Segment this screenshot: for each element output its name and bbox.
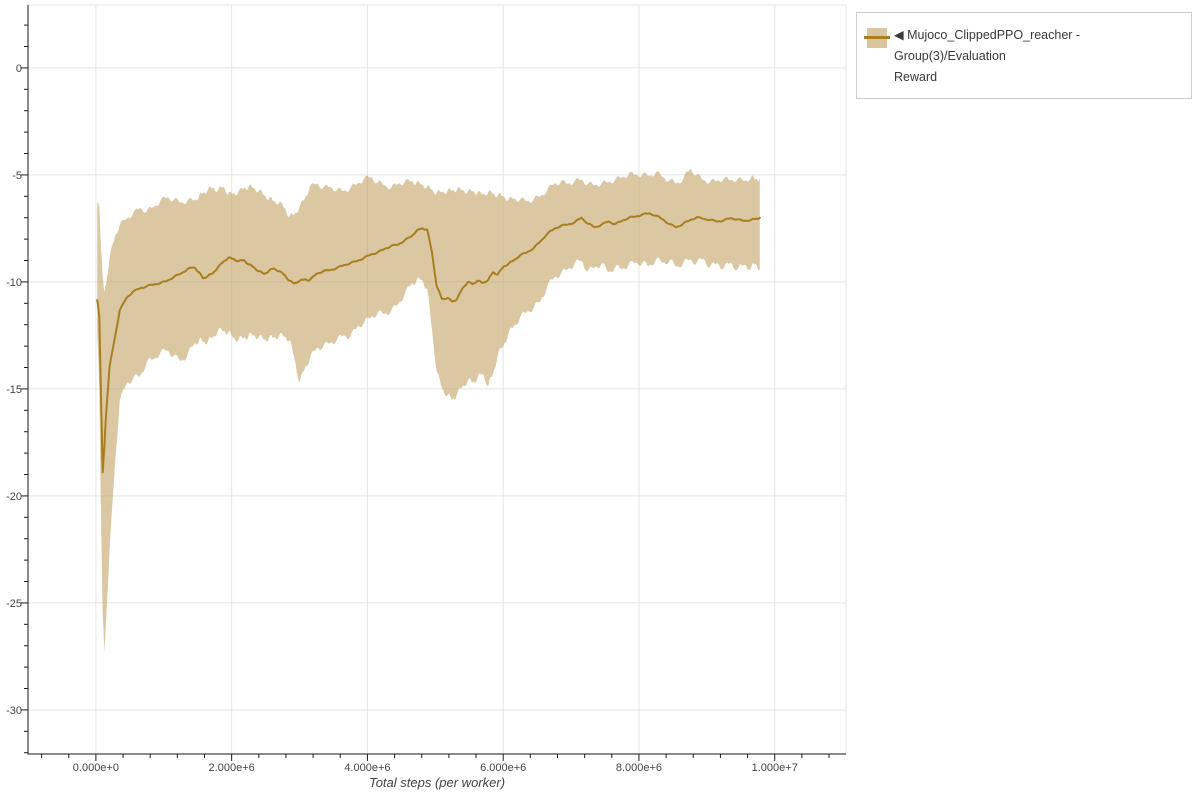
y-tick-label: -5 [12, 170, 22, 182]
y-tick-label: -10 [6, 277, 22, 289]
x-tick-label: 1.000e+7 [752, 762, 798, 774]
y-tick-label: 0 [16, 63, 22, 75]
axes [27, 5, 846, 755]
legend-line-icon [864, 36, 890, 39]
axis-ticks [21, 24, 830, 761]
confidence-band [97, 168, 760, 653]
y-tick-label: -15 [6, 384, 22, 396]
legend-swatch-icon [864, 28, 890, 48]
x-tick-label: 0.000e+0 [73, 762, 119, 774]
gridlines [28, 5, 846, 754]
legend-label-line1: ◀ Mujoco_ClippedPPO_reacher - Group(3)/E… [894, 28, 1081, 63]
legend-label: ◀ Mujoco_ClippedPPO_reacher - Group(3)/E… [894, 25, 1181, 88]
legend-item[interactable]: ◀ Mujoco_ClippedPPO_reacher - Group(3)/E… [856, 12, 1192, 99]
y-tick-label: -25 [6, 598, 22, 610]
x-tick-label: 6.000e+6 [480, 762, 526, 774]
tick-labels: 0.000e+0 2.000e+6 4.000e+6 6.000e+6 8.000e+6… [6, 63, 798, 774]
evaluation-reward-plot: 0.000e+0 2.000e+6 4.000e+6 6.000e+6 8.000e+6… [6, 4, 847, 774]
x-tick-label: 4.000e+6 [344, 762, 390, 774]
legend-label-line2: Reward [894, 70, 938, 84]
x-tick-label: 8.000e+6 [616, 762, 662, 774]
y-tick-label: -30 [6, 705, 22, 717]
y-tick-label: -20 [6, 491, 22, 503]
x-tick-label: 2.000e+6 [209, 762, 255, 774]
chart-figure: 0.000e+0 2.000e+6 4.000e+6 6.000e+6 8.000e+6… [0, 0, 1200, 800]
x-axis-title: Total steps (per worker) [368, 775, 506, 790]
